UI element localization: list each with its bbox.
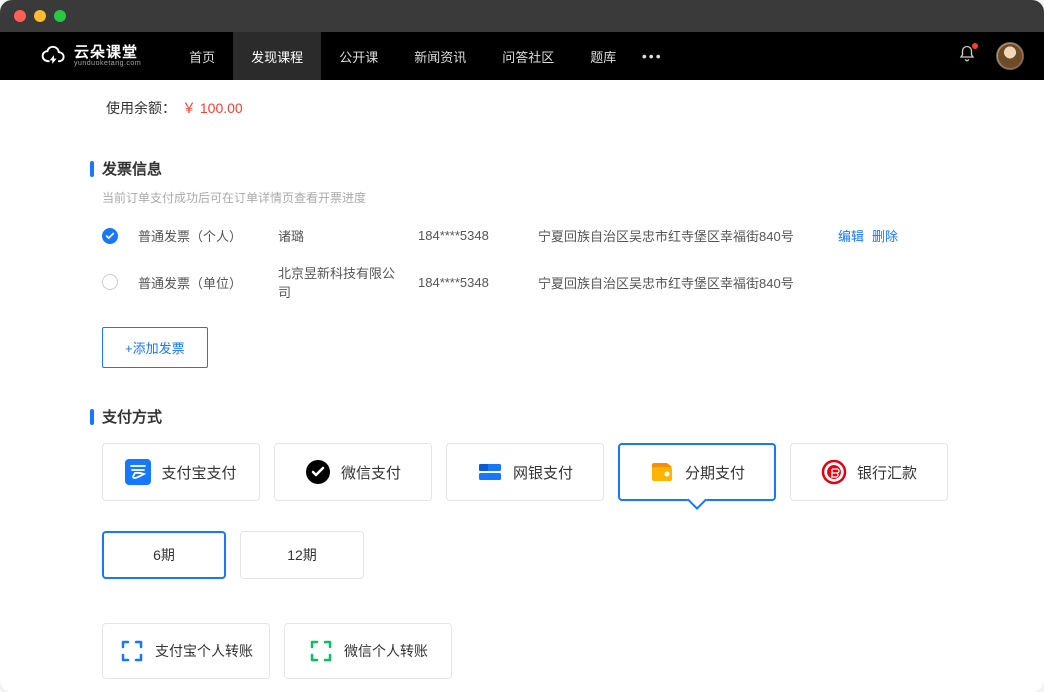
transfer-option-wechat-transfer[interactable]: 微信个人转账 <box>284 623 452 679</box>
nav-item-3[interactable]: 新闻资讯 <box>396 32 484 80</box>
invoice-radio[interactable] <box>102 228 118 244</box>
invoice-row: 普通发票（个人） 诸璐 184****5348 宁夏回族自治区吴忠市红寺堡区幸福街84… <box>102 226 954 245</box>
invoice-hint: 当前订单支付成功后可在订单详情页查看开票进度 <box>102 189 954 206</box>
payment-option-label: 银行汇款 <box>857 462 917 483</box>
balance-row: 使用余额： ￥ 100.00 <box>90 98 954 118</box>
minimize-window-button[interactable] <box>34 10 46 22</box>
payment-option-bankwire[interactable]: 银行汇款 <box>790 443 948 501</box>
app-window: 云朵课堂 yunduoketang.com 首页发现课程公开课新闻资讯问答社区题… <box>0 0 1044 692</box>
payment-title-text: 支付方式 <box>102 406 162 427</box>
nav-more-button[interactable]: ••• <box>642 48 662 64</box>
invoice-section-title: 发票信息 <box>90 158 954 179</box>
title-bar-icon <box>90 409 94 425</box>
payment-option-label: 网银支付 <box>513 462 573 483</box>
installment-icon <box>649 459 675 485</box>
nav-item-5[interactable]: 题库 <box>572 32 634 80</box>
close-window-button[interactable] <box>14 10 26 22</box>
bankwire-icon <box>821 459 847 485</box>
payment-option-label: 分期支付 <box>685 462 745 483</box>
invoice-type: 普通发票（个人） <box>138 226 258 245</box>
payment-options: 支付宝支付 微信支付 网银支付 分期支付 银行汇款 <box>102 443 954 501</box>
edit-link[interactable]: 编辑 <box>838 229 864 244</box>
balance-value: ￥ 100.00 <box>182 98 243 118</box>
invoice-name: 诸璐 <box>278 226 398 245</box>
payment-option-wechat[interactable]: 微信支付 <box>274 443 432 501</box>
payment-option-label: 微信支付 <box>341 462 401 483</box>
notification-badge <box>972 43 978 49</box>
top-nav: 云朵课堂 yunduoketang.com 首页发现课程公开课新闻资讯问答社区题… <box>0 32 1044 80</box>
balance-label: 使用余额： <box>106 98 176 118</box>
logo[interactable]: 云朵课堂 yunduoketang.com <box>40 44 141 68</box>
installment-options: 6期 12期 <box>102 531 954 579</box>
wechat-icon <box>305 459 331 485</box>
nav-item-4[interactable]: 问答社区 <box>484 32 572 80</box>
scan-icon <box>308 638 334 664</box>
ellipsis-icon: ••• <box>642 48 663 64</box>
add-invoice-button[interactable]: +添加发票 <box>102 327 208 368</box>
nav-item-0[interactable]: 首页 <box>171 32 233 80</box>
notifications-button[interactable] <box>958 45 976 68</box>
invoice-actions: 编辑删除 <box>838 226 906 245</box>
payment-option-label: 支付宝支付 <box>161 462 236 483</box>
invoice-name: 北京昱新科技有限公司 <box>278 263 398 301</box>
user-avatar[interactable] <box>996 42 1024 70</box>
alipay-icon <box>125 459 151 485</box>
invoice-address: 宁夏回族自治区吴忠市红寺堡区幸福街840号 <box>538 226 818 245</box>
page-content: 使用余额： ￥ 100.00 发票信息 当前订单支付成功后可在订单详情页查看开票… <box>0 80 1044 692</box>
check-icon <box>105 231 115 241</box>
invoice-address: 宁夏回族自治区吴忠市红寺堡区幸福街840号 <box>538 273 818 292</box>
invoice-list: 普通发票（个人） 诸璐 184****5348 宁夏回族自治区吴忠市红寺堡区幸福街84… <box>102 226 954 301</box>
invoice-phone: 184****5348 <box>418 275 518 290</box>
payment-section-title: 支付方式 <box>90 406 954 427</box>
payment-option-alipay[interactable]: 支付宝支付 <box>102 443 260 501</box>
payment-option-unionpay[interactable]: 网银支付 <box>446 443 604 501</box>
installment-option[interactable]: 12期 <box>240 531 364 579</box>
logo-text: 云朵课堂 <box>74 45 141 60</box>
installment-option[interactable]: 6期 <box>102 531 226 579</box>
invoice-row: 普通发票（单位） 北京昱新科技有限公司 184****5348 宁夏回族自治区吴忠市红… <box>102 263 954 301</box>
transfer-option-label: 微信个人转账 <box>344 641 428 661</box>
window-titlebar <box>0 0 1044 32</box>
invoice-type: 普通发票（单位） <box>138 273 258 292</box>
unionpay-icon <box>477 459 503 485</box>
delete-link[interactable]: 删除 <box>872 229 898 244</box>
transfer-option-label: 支付宝个人转账 <box>155 641 253 661</box>
transfer-option-alipay-transfer[interactable]: 支付宝个人转账 <box>102 623 270 679</box>
invoice-title-text: 发票信息 <box>102 158 162 179</box>
cloud-logo-icon <box>40 44 68 68</box>
logo-subtext: yunduoketang.com <box>74 60 141 67</box>
payment-option-installment[interactable]: 分期支付 <box>618 443 776 501</box>
transfer-options: 支付宝个人转账 微信个人转账 <box>102 623 954 679</box>
nav-item-1[interactable]: 发现课程 <box>233 32 321 80</box>
invoice-phone: 184****5348 <box>418 228 518 243</box>
invoice-radio[interactable] <box>102 274 118 290</box>
scan-icon <box>119 638 145 664</box>
nav-items: 首页发现课程公开课新闻资讯问答社区题库 <box>171 32 634 80</box>
nav-item-2[interactable]: 公开课 <box>321 32 396 80</box>
maximize-window-button[interactable] <box>54 10 66 22</box>
title-bar-icon <box>90 161 94 177</box>
